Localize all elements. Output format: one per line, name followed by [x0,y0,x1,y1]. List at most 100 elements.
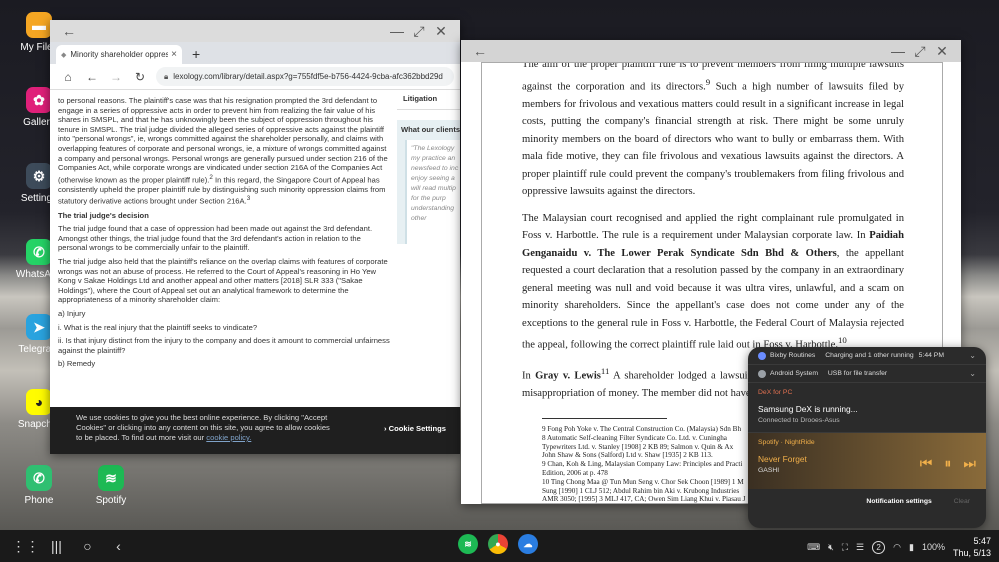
previous-track-icon[interactable]: ⏮ [920,455,933,472]
cookie-settings-button[interactable]: › Cookie Settings [384,424,446,434]
app-drawer-icon[interactable]: ⋮⋮ [10,538,41,555]
media-controls: ⏮ ⏸ ⏭ [920,455,976,472]
article-paragraph: The trial judge found that a case of opp… [58,224,373,253]
quote-line: "The Lexology [411,145,455,152]
dex-app-name: DeX for PC [758,389,793,396]
new-tab-button[interactable]: + [192,46,200,64]
cookie-text: We use cookies to give you the best onli… [76,413,338,443]
browser-window[interactable]: ← — ⤢ ✕ ◆ Minority shareholder oppres × … [50,20,460,454]
footnote-divider [542,418,667,419]
back-arrow-icon[interactable]: ← [80,70,104,84]
app-icon: ➤ [26,314,52,340]
notification-app: Bixby Routines [770,352,816,359]
next-track-icon[interactable]: ⏭ [963,455,976,472]
close-icon[interactable]: ✕ [931,43,953,60]
list-item: a) Injury [58,308,86,318]
article-body: to personal reasons. The plaintiff's cas… [58,96,390,373]
notification-count-badge[interactable]: 2 [872,540,886,554]
close-icon[interactable]: ✕ [430,23,452,40]
cookie-policy-link[interactable]: cookie policy. [206,433,251,442]
chevron-down-icon[interactable]: ⌄ [969,369,976,378]
minimize-icon[interactable]: — [887,43,909,59]
pdf-paragraph: The aim of the proper plaintiff rule is … [522,63,905,201]
browser-window-bar[interactable]: ← — ⤢ ✕ [50,20,460,42]
quote-line: other [411,215,427,222]
app-icon: ⚙ [26,163,52,189]
list-item: b) Remedy [58,359,96,369]
notification-text: Charging and 1 other running [825,352,914,359]
clock-date: Thu, 5/13 [952,548,991,558]
address-bar[interactable]: 🔒︎ lexology.com/library/detail.aspx?g=75… [156,67,454,86]
wifi-icon: ◠ [893,541,901,552]
article-paragraph: to personal reasons. The plaintiff's cas… [58,96,390,207]
app-icon: ≋ [98,465,124,491]
quote-line: enjoy seeing a [411,175,455,182]
quote-line: will read multip [411,185,456,192]
reload-icon[interactable]: ↻ [128,70,152,84]
system-tray: ⌨ 🔇︎ ⛶ ☰ 2 ◠ ▮ 100% 5:47 Thu, 5/13 [807,535,991,559]
spotify-notification[interactable]: Spotify · NightRide Never Forget GASHI ⏮… [748,433,986,489]
cookie-banner: We use cookies to give you the best onli… [50,407,460,454]
notification-panel[interactable]: Bixby Routines Charging and 1 other runn… [748,347,986,528]
desktop-icon[interactable]: ✆ Phone [0,465,78,506]
tab-title: Minority shareholder oppres [70,50,169,59]
pdf-window-bar[interactable]: ← — ⤢ ✕ [461,40,961,62]
home-button-icon[interactable]: ○ [72,538,103,554]
section-heading: The trial judge's decision [58,210,149,220]
quote-line: understanding [411,205,455,212]
article-paragraph: The trial judge also held that the plain… [58,256,388,305]
spotify-app-line: Spotify · NightRide [758,439,815,446]
notification-footer: Notification settings Clear [748,489,986,513]
app-dot-icon [758,369,766,378]
notification-settings-button[interactable]: Notification settings [866,498,931,505]
spotify-taskbar-icon[interactable]: ≋ [458,534,478,554]
sidebar-topic[interactable]: Litigation [397,90,460,110]
minimize-icon[interactable]: — [386,23,408,39]
tab-close-icon[interactable]: × [171,49,177,60]
article-text: to personal reasons. The plaintiff's cas… [58,96,388,185]
article-sidebar: Litigation What our clients "The Lexolog… [397,90,460,454]
chrome-taskbar-icon[interactable]: ● [488,534,508,554]
screen-capture-icon[interactable]: ⛶ [842,542,848,553]
lock-icon: 🔒︎ [164,71,169,81]
dex-notification[interactable]: DeX for PC Samsung DeX is running... Con… [748,383,986,433]
browser-tab[interactable]: ◆ Minority shareholder oppres × [56,45,182,64]
footnote-ref: 10 [837,335,847,346]
maximize-icon[interactable]: ⤢ [909,43,931,60]
notification-time: 5:44 PM [918,352,944,359]
keyboard-icon[interactable]: ⌨ [807,542,820,553]
notification-row[interactable]: Android System USB for file transfer ⌄ [748,365,986,383]
notification-row[interactable]: Bixby Routines Charging and 1 other runn… [748,347,986,365]
recents-icon[interactable]: ||| [41,538,72,554]
tab-strip: ◆ Minority shareholder oppres × + [50,42,460,64]
footnote-ref[interactable]: 3 [247,195,251,202]
list-item: i. What is the real injury that the plai… [58,322,258,332]
pdf-paragraph: The Malaysian court recognised and appli… [522,210,904,355]
pause-icon[interactable]: ⏸ [944,455,951,472]
chevron-down-icon[interactable]: ⌄ [969,351,976,360]
case-name: Gray v. Lewis [535,370,601,382]
chevron-right-icon: › [383,424,387,433]
maximize-icon[interactable]: ⤢ [408,23,430,40]
dex-icon[interactable]: ☰ [856,542,864,553]
desktop-icon[interactable]: ≋ Spotify [72,465,150,506]
back-icon[interactable]: ← [469,43,491,59]
app-dot-icon [758,351,766,360]
mute-icon[interactable]: 🔇︎ [828,542,834,553]
back-nav-icon[interactable]: ‹ [103,538,134,554]
forward-arrow-icon[interactable]: → [104,70,128,84]
clear-button[interactable]: Clear [954,498,970,505]
url-text: lexology.com/library/detail.aspx?g=755fd… [173,72,443,81]
clock[interactable]: 5:47 Thu, 5/13 [953,535,991,559]
home-icon[interactable]: ⌂ [56,70,80,84]
page-content[interactable]: to personal reasons. The plaintiff's cas… [50,90,460,454]
dex-subtitle: Connected to Drooes-Asus [758,417,840,424]
browser-toolbar: ⌂ ← → ↻ 🔒︎ lexology.com/library/detail.a… [50,64,460,90]
notification-app: Android System [770,370,818,377]
onedrive-taskbar-icon[interactable]: ☁ [518,534,538,554]
pdf-text: Such a high number of lawsuits filed by … [522,81,905,198]
back-icon[interactable]: ← [58,23,80,39]
clock-time: 5:47 [973,536,991,546]
app-icon: ✆ [26,239,52,265]
quote-line: for the purp [411,195,446,202]
